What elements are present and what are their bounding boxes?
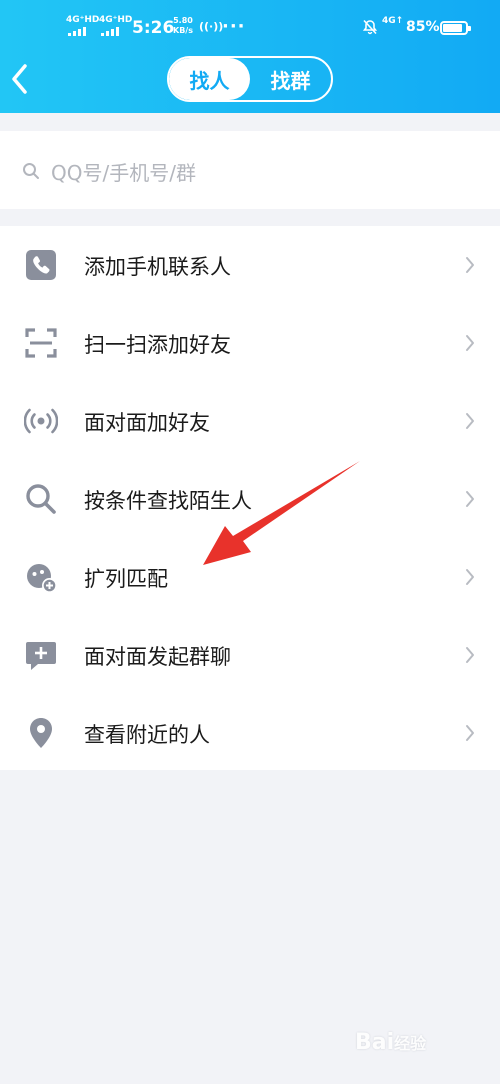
menu-item-add-phone-contacts[interactable]: 添加手机联系人 [0, 226, 500, 304]
chevron-right-icon [466, 647, 474, 663]
menu-item-label: 扩列匹配 [84, 567, 168, 591]
network-speed: 5.80 KB/s [173, 16, 193, 36]
match-icon [27, 564, 57, 593]
location-pin-icon [30, 718, 52, 748]
menu-item-label: 按条件查找陌生人 [84, 489, 252, 513]
network-type-1: 4G⁺HD [66, 15, 100, 25]
speed-value: 5.80 [173, 16, 193, 25]
group-chat-icon [26, 642, 56, 670]
menu-item-search-strangers[interactable]: 按条件查找陌生人 [0, 460, 500, 538]
watermark: Bai经验 [355, 1030, 426, 1055]
tab-find-people[interactable]: 找人 [169, 58, 250, 100]
signal-icon-1 [68, 27, 86, 36]
watermark-sub: 经验 [394, 1034, 427, 1053]
signal-icon-2 [101, 27, 119, 36]
menu-item-expand-match[interactable]: 扩列匹配 [0, 538, 500, 616]
add-friend-menu: 添加手机联系人 扫一扫添加好友 面对面加好友 按条件查找陌生人 扩列匹配 面对面… [0, 226, 500, 770]
search-input[interactable]: QQ号/手机号/群 [0, 131, 500, 209]
search-icon [26, 484, 56, 514]
battery-icon [440, 21, 471, 35]
speed-unit: KB/s [173, 26, 193, 35]
menu-item-scan-add-friend[interactable]: 扫一扫添加好友 [0, 304, 500, 382]
search-placeholder: QQ号/手机号/群 [51, 161, 196, 185]
chevron-right-icon [466, 569, 474, 585]
chevron-right-icon [466, 491, 474, 507]
chevron-right-icon [466, 257, 474, 273]
phone-icon [26, 250, 56, 280]
chevron-right-icon [466, 725, 474, 741]
clock: 5:26 [132, 18, 175, 38]
menu-item-label: 扫一扫添加好友 [84, 333, 231, 357]
search-icon [23, 163, 39, 179]
more-dots: ··· [222, 16, 246, 37]
network-type-2: 4G⁺HD [99, 15, 133, 25]
status-bar: 4G⁺HD 4G⁺HD 5:26 5.80 KB/s ((·)) ··· 4G↑… [0, 14, 500, 44]
hotspot-icon: ((·)) [199, 20, 224, 33]
network-type-3: 4G↑ [382, 16, 404, 26]
menu-item-label: 添加手机联系人 [84, 255, 231, 279]
battery-fill [443, 24, 462, 32]
back-chevron-left-icon[interactable] [8, 60, 34, 98]
menu-item-label: 面对面加好友 [84, 411, 210, 435]
menu-item-face-to-face-add[interactable]: 面对面加好友 [0, 382, 500, 460]
watermark-text: Bai [355, 1030, 395, 1055]
search-mode-tabs: 找人 找群 [167, 56, 333, 102]
battery-percent: 85% [406, 19, 440, 35]
menu-item-face-to-face-group[interactable]: 面对面发起群聊 [0, 616, 500, 694]
radar-icon [24, 408, 58, 434]
header-bar: 4G⁺HD 4G⁺HD 5:26 5.80 KB/s ((·)) ··· 4G↑… [0, 0, 500, 113]
mute-bell-icon [362, 19, 378, 35]
chevron-right-icon [466, 335, 474, 351]
scan-icon [25, 328, 57, 358]
tab-find-group[interactable]: 找群 [250, 58, 331, 100]
menu-item-label: 查看附近的人 [84, 723, 210, 747]
chevron-right-icon [466, 413, 474, 429]
menu-item-people-nearby[interactable]: 查看附近的人 [0, 694, 500, 772]
menu-item-label: 面对面发起群聊 [84, 645, 231, 669]
